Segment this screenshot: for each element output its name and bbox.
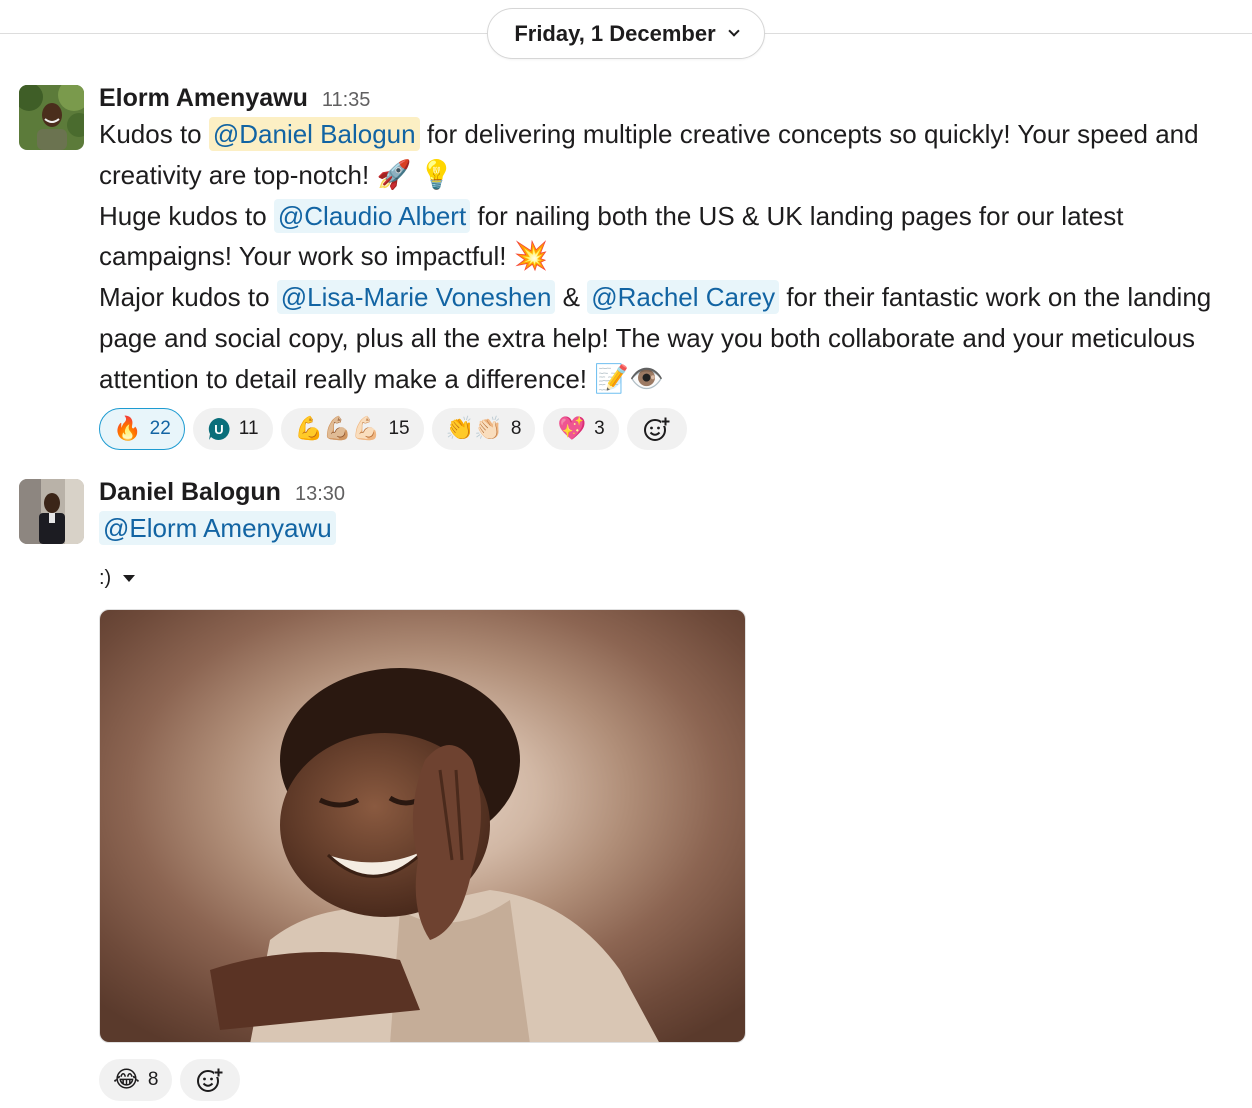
date-divider-label: Friday, 1 December: [514, 20, 716, 46]
mention-rachel-carey[interactable]: @Rachel Carey: [587, 280, 780, 315]
attachment-title: :): [99, 567, 112, 590]
message-body: Kudos to @Daniel Balogun for delivering …: [99, 114, 1238, 400]
mention-claudio-albert[interactable]: @Claudio Albert: [273, 198, 471, 233]
avatar[interactable]: [19, 479, 84, 544]
custom-u-badge-icon: U: [208, 417, 230, 440]
reaction-count: 8: [510, 417, 522, 439]
text-segment: Huge kudos to: [99, 200, 274, 231]
text-segment: Kudos to: [99, 119, 209, 149]
memo-eye-emoji: 📝👁️: [594, 362, 664, 394]
tears-of-joy-icon: 😂: [113, 1066, 140, 1093]
add-reaction-button[interactable]: [626, 407, 687, 450]
avatar[interactable]: [19, 85, 84, 150]
reaction-sparkling-heart[interactable]: 💖 3: [543, 407, 619, 450]
fire-icon: 🔥: [113, 415, 142, 442]
rocket-bulb-emoji: 🚀 💡: [376, 158, 454, 190]
gif-attachment[interactable]: [99, 608, 746, 1043]
reaction-count: 3: [594, 417, 605, 439]
text-segment: &: [555, 282, 588, 313]
reaction-bar: 😂 8: [99, 1058, 1238, 1101]
clapping-hands-icon: 👏👏🏻: [445, 415, 503, 442]
reaction-fire[interactable]: 🔥 22: [99, 407, 185, 450]
add-emoji-icon: [197, 1067, 224, 1092]
mention-elorm-amenyawu[interactable]: @Elorm Amenyawu: [99, 511, 336, 545]
reaction-count: 11: [238, 417, 259, 439]
date-divider-button[interactable]: Friday, 1 December: [487, 8, 765, 59]
flexed-biceps-icon: 💪💪🏼💪🏻: [294, 415, 381, 442]
message-timestamp[interactable]: 13:30: [295, 483, 345, 506]
add-emoji-icon: [643, 416, 670, 441]
author-name[interactable]: Elorm Amenyawu: [99, 84, 308, 113]
reaction-bar: 🔥 22 U 11 💪💪🏼💪🏻 15 👏👏🏻 8 💖 3: [99, 407, 1238, 450]
reaction-clapping[interactable]: 👏👏🏻 8: [431, 407, 536, 450]
text-segment: Major kudos to: [99, 282, 277, 313]
message-body: @Elorm Amenyawu: [99, 508, 1238, 549]
reaction-custom-u[interactable]: U 11: [192, 407, 273, 450]
collision-emoji: 💥: [513, 240, 549, 272]
chevron-down-icon: [728, 24, 740, 37]
svg-text:U: U: [214, 422, 223, 437]
reaction-count: 15: [388, 417, 410, 439]
reaction-count: 8: [147, 1068, 159, 1090]
reaction-joy[interactable]: 😂 8: [99, 1058, 173, 1101]
reaction-count: 22: [149, 417, 171, 439]
add-reaction-button[interactable]: [180, 1058, 241, 1101]
mention-daniel-balogun[interactable]: @Daniel Balogun: [208, 117, 420, 151]
author-name[interactable]: Daniel Balogun: [99, 478, 281, 507]
attachment-caption: :): [99, 559, 1238, 599]
collapse-caret-icon[interactable]: [123, 575, 136, 583]
sparkling-heart-icon: 💖: [557, 415, 587, 442]
message-timestamp[interactable]: 11:35: [322, 89, 371, 112]
reaction-flexed-biceps[interactable]: 💪💪🏼💪🏻 15: [280, 407, 424, 450]
mention-lisa-marie-voneshen[interactable]: @Lisa-Marie Voneshen: [276, 280, 556, 315]
